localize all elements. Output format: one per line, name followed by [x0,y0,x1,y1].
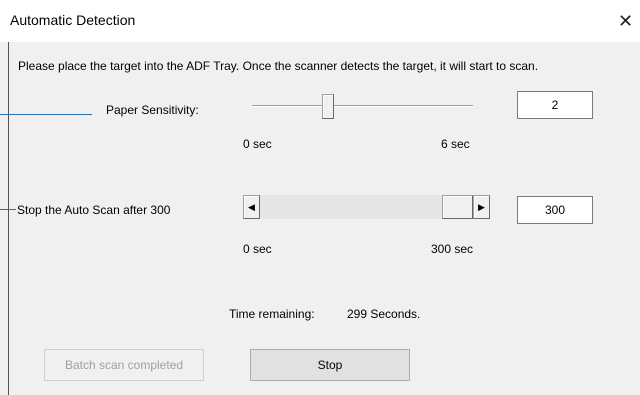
auto-scan-scroll-thumb[interactable] [442,195,473,219]
auto-scan-label: Stop the Auto Scan after 300 [17,203,171,217]
dialog-title: Automatic Detection [10,12,136,28]
stop-button[interactable]: Stop [250,349,410,381]
instruction-text: Please place the target into the ADF Tra… [18,59,539,73]
title-bar: Automatic Detection ✕ [0,0,640,42]
time-remaining-value: 299 Seconds. [347,307,421,321]
scroll-left-arrow-icon[interactable]: ◀ [243,195,260,219]
batch-scan-completed-button[interactable]: Batch scan completed [44,349,204,381]
paper-sensitivity-label: Paper Sensitivity: [106,103,199,117]
callout-line-auto-scan [0,209,16,210]
time-remaining-label: Time remaining: [229,307,315,321]
automatic-detection-dialog: Automatic Detection ✕ Please place the t… [0,0,640,395]
auto-scan-scrollbar[interactable]: ◀ ▶ [243,195,490,219]
sensitivity-min-label: 0 sec [243,137,272,151]
auto-scan-min-label: 0 sec [243,242,272,256]
callout-line-sensitivity [0,114,92,115]
auto-scan-max-label: 300 sec [431,242,474,256]
paper-sensitivity-slider-thumb[interactable] [322,94,334,119]
auto-scan-value-field[interactable]: 300 [517,196,593,224]
paper-sensitivity-slider-track[interactable] [252,105,473,107]
paper-sensitivity-value-field[interactable]: 2 [517,91,593,119]
close-icon[interactable]: ✕ [611,7,640,35]
sensitivity-max-label: 6 sec [441,137,470,151]
window-left-edge [8,42,9,395]
scroll-right-arrow-icon[interactable]: ▶ [473,195,490,219]
